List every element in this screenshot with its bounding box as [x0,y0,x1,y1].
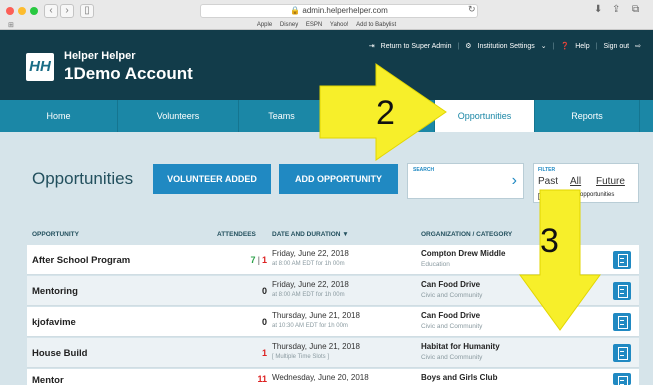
hide-empty-label: Hide empty opportunities [548,192,615,198]
organization: Habitat for Humanity [421,342,500,351]
organization: Boys and Girls Club [421,373,498,382]
document-icon[interactable] [613,282,631,300]
volunteer-added-button[interactable]: VOLUNTEER ADDED [153,164,271,194]
add-opportunity-button[interactable]: ADD OPPORTUNITY [279,164,398,194]
duration: at 8:00 AM EDT for 1h 00m [272,261,345,267]
tab-volunteers[interactable]: Volunteers [118,100,239,132]
favorites-bar: Apple Disney ESPN Yahoo! Add to Babylist [0,20,653,30]
col-organization[interactable]: ORGANIZATION / CATEGORY [421,231,512,238]
top-links: ⇥ Return to Super Admin | ⚙ Institution … [368,42,641,51]
document-icon[interactable] [613,373,631,385]
page-title: Opportunities [32,169,134,188]
tabs-icon[interactable]: ⧉ [632,4,639,15]
chevron-right-icon[interactable]: › [512,172,517,190]
search-label: SEARCH [413,167,435,173]
filter-label: FILTER [538,167,556,173]
favorite-link[interactable]: Yahoo! [330,22,349,28]
favorite-link[interactable]: Apple [257,22,272,28]
share-icon[interactable]: ⇪ [612,4,620,15]
filter-all[interactable]: All [570,176,581,187]
tab-teams[interactable]: Teams [239,100,325,132]
close-window-button[interactable] [6,7,14,15]
institution-settings-link[interactable]: Institution Settings [478,43,535,50]
table-row[interactable]: kjofavime 0 Thursday, June 21, 2018 at 1… [27,307,639,337]
attendee-count: 11 [257,374,267,384]
filter-panel: FILTER Past All Future Hide empty opport… [533,163,639,203]
main-nav: Home Volunteers Teams Opportunities Repo… [0,100,653,132]
duration: [ Multiple Time Slots ] [272,354,330,360]
annotation-label-3: 3 [540,222,559,260]
sign-out-icon: ⇨ [635,43,641,50]
hide-empty-checkbox[interactable] [538,193,545,200]
attendee-count: 7 | 1 [250,255,267,265]
favorite-link[interactable]: Disney [280,22,298,28]
annotation-label-2: 2 [376,94,395,132]
organization: Compton Drew Middle [421,249,506,258]
attendee-count: 0 [261,286,267,296]
organization: Can Food Drive [421,311,481,320]
minimize-window-button[interactable] [18,7,26,15]
table-row[interactable]: House Build 1 Thursday, June 21, 2018 [ … [27,338,639,368]
category: Civic and Community [421,323,483,330]
browser-toolbar: ‹ › ▯ 🔒 admin.helperhelper.com ↻ ⬇ ⇪ ⧉ ⊞… [0,0,653,30]
date: Wednesday, June 20, 2018 [272,373,369,382]
favorite-link[interactable]: Add to Babylist [356,22,396,28]
logo-icon[interactable]: HH [26,53,54,81]
date: Thursday, June 21, 2018 [272,342,360,351]
tab-opportunities[interactable]: Opportunities [435,100,535,132]
help-link[interactable]: Help [575,43,589,50]
opportunity-name[interactable]: House Build [32,348,87,359]
account-name: 1Demo Account [64,64,193,83]
reload-icon[interactable]: ↻ [468,4,476,15]
tab-reports[interactable]: Reports [535,100,640,132]
organization: Can Food Drive [421,280,481,289]
duration: at 8:00 AM EDT for 1h 00m [272,292,345,298]
col-opportunity[interactable]: OPPORTUNITY [32,231,79,238]
attendee-count: 0 [261,317,267,327]
category: Civic and Community [421,354,483,361]
opportunity-name[interactable]: kjofavime [32,317,76,328]
document-icon[interactable] [613,313,631,331]
category: Civic and Community [421,292,483,299]
download-icon[interactable]: ⬇ [594,4,602,15]
chevron-down-icon: ⌄ [540,43,547,50]
brand-name: Helper Helper [64,50,136,62]
return-admin-link[interactable]: Return to Super Admin [381,43,452,50]
opportunity-name[interactable]: Mentor [32,375,64,385]
forward-icon[interactable]: › [60,4,74,18]
date: Friday, June 22, 2018 [272,249,349,258]
col-date[interactable]: DATE AND DURATION ▼ [272,231,349,238]
return-icon: ⇥ [368,43,375,50]
zoom-window-button[interactable] [30,7,38,15]
back-icon[interactable]: ‹ [44,4,58,18]
duration: at 10:30 AM EDT for 1h 00m [272,323,348,329]
date: Thursday, June 21, 2018 [272,311,360,320]
category: Education [421,261,450,268]
address-bar[interactable]: 🔒 admin.helperhelper.com [200,4,478,18]
table-row[interactable]: Mentor 11 Wednesday, June 20, 2018 Boys … [27,369,639,385]
document-icon[interactable] [613,344,631,362]
table-row[interactable]: Mentoring 0 Friday, June 22, 2018 at 8:0… [27,276,639,306]
gear-icon: ⚙ [465,43,472,50]
filter-past[interactable]: Past [538,176,558,187]
help-icon: ❓ [560,43,570,50]
sidebar-icon[interactable]: ▯ [80,4,94,18]
opportunity-name[interactable]: Mentoring [32,286,78,297]
opportunity-name[interactable]: After School Program [32,255,130,266]
col-attendees[interactable]: ATTENDEES [217,231,256,238]
sign-out-link[interactable]: Sign out [603,43,629,50]
search-input[interactable]: SEARCH › [407,163,524,199]
attendee-count: 1 [261,348,267,358]
favorite-link[interactable]: ESPN [306,22,322,28]
filter-future[interactable]: Future [596,176,625,187]
date: Friday, June 22, 2018 [272,280,349,289]
tab-home[interactable]: Home [0,100,118,132]
document-icon[interactable] [613,251,631,269]
url-text: admin.helperhelper.com [302,6,388,15]
